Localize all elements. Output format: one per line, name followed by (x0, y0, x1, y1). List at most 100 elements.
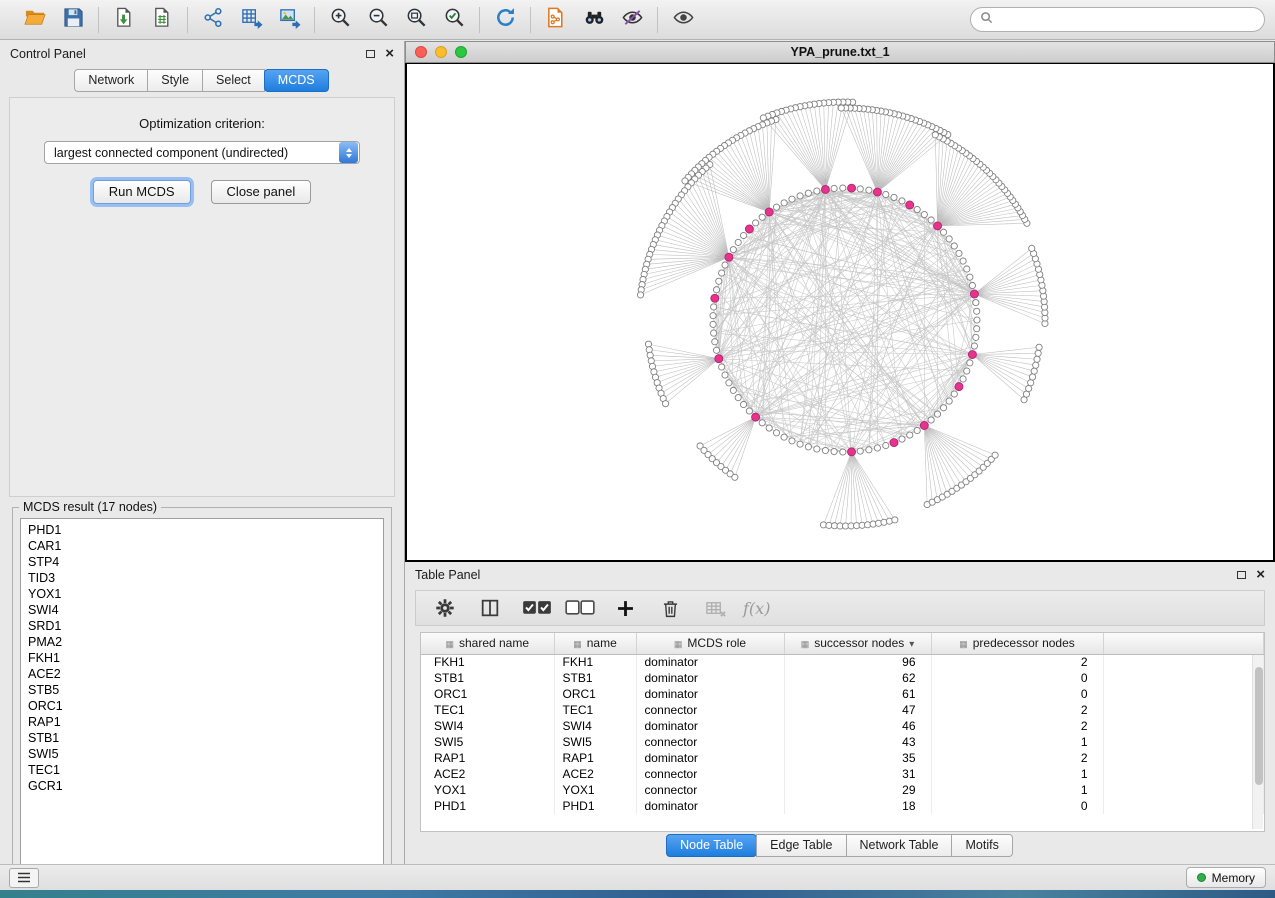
list-item[interactable]: CAR1 (21, 538, 383, 554)
trash-icon[interactable] (655, 594, 685, 622)
zoom-fit-button[interactable] (398, 5, 434, 35)
list-item[interactable]: RAP1 (21, 714, 383, 730)
column-header-label: shared name (459, 636, 529, 650)
table-row[interactable]: YOX1YOX1connector291 (421, 782, 1264, 798)
zoom-out-icon (367, 6, 390, 34)
show-panels-button[interactable] (9, 868, 39, 888)
zoom-in-button[interactable] (322, 5, 358, 35)
float-table-panel-icon[interactable] (1237, 571, 1246, 579)
network-canvas[interactable] (405, 63, 1275, 562)
memory-status-icon (1197, 873, 1206, 882)
list-item[interactable]: STB5 (21, 682, 383, 698)
tab-style[interactable]: Style (147, 69, 203, 92)
list-item[interactable]: PHD1 (21, 522, 383, 538)
tab-mcds[interactable]: MCDS (264, 69, 329, 92)
table-row[interactable]: SWI4SWI4dominator462 (421, 718, 1264, 734)
close-table-panel-icon[interactable]: × (1256, 570, 1265, 580)
column-header-label: predecessor nodes (973, 636, 1075, 650)
tab-select[interactable]: Select (202, 69, 265, 92)
list-item[interactable]: FKH1 (21, 650, 383, 666)
tab-network-table[interactable]: Network Table (846, 834, 953, 857)
export-image-button[interactable] (271, 5, 307, 35)
tab-node-table[interactable]: Node Table (666, 834, 757, 857)
list-item[interactable]: TID3 (21, 570, 383, 586)
mcds-result-list[interactable]: PHD1CAR1STP4TID3YOX1SWI4SRD1PMA2FKH1ACE2… (20, 518, 384, 870)
select-all-rows-icon[interactable] (522, 594, 552, 622)
search-input[interactable] (999, 13, 1255, 27)
criterion-select[interactable]: largest connected component (undirected) (44, 141, 360, 164)
network-window-titlebar[interactable]: YPA_prune.txt_1 (405, 41, 1275, 63)
column-header-filler (1103, 633, 1264, 654)
mcds-result-title: MCDS result (17 nodes) (19, 500, 161, 514)
table-row[interactable]: STB1STB1dominator620 (421, 670, 1264, 686)
column-header-MCDS-role[interactable]: ▦MCDS role (636, 633, 784, 654)
list-item[interactable]: TEC1 (21, 762, 383, 778)
export-table-button[interactable] (233, 5, 269, 35)
tab-motifs[interactable]: Motifs (951, 834, 1012, 857)
list-item[interactable]: YOX1 (21, 586, 383, 602)
search-field-container (970, 7, 1265, 32)
list-item[interactable]: STB1 (21, 730, 383, 746)
close-panel-button[interactable]: Close panel (211, 180, 312, 204)
table-row[interactable]: PHD1PHD1dominator180 (421, 798, 1264, 814)
table-scrollbar-thumb[interactable] (1255, 667, 1263, 785)
import-table-button[interactable] (144, 5, 180, 35)
apply-layout-icon (494, 6, 517, 34)
criterion-select-value: largest connected component (undirected) (54, 146, 288, 160)
list-item[interactable]: GCR1 (21, 778, 383, 794)
column-header-shared-name[interactable]: ▦shared name (421, 633, 554, 654)
deselect-all-rows-icon[interactable] (565, 594, 595, 622)
list-item[interactable]: STP4 (21, 554, 383, 570)
list-item[interactable]: SWI4 (21, 602, 383, 618)
list-item[interactable]: PMA2 (21, 634, 383, 650)
node-table-header-row: ▦shared name▦name▦MCDS role▦successor no… (421, 633, 1264, 654)
eye-button[interactable] (665, 5, 701, 35)
column-header-successor-nodes[interactable]: ▦successor nodes▾ (784, 633, 931, 654)
apply-layout-button[interactable] (487, 5, 523, 35)
import-network-button[interactable] (106, 5, 142, 35)
table-row[interactable]: ORC1ORC1dominator610 (421, 686, 1264, 702)
table-panel-tabs: Node TableEdge TableNetwork TableMotifs (405, 834, 1275, 857)
share-document-button[interactable] (538, 5, 574, 35)
eye-icon (672, 6, 695, 34)
table-row[interactable]: ACE2ACE2connector311 (421, 766, 1264, 782)
list-item[interactable]: ORC1 (21, 698, 383, 714)
sort-indicator-icon: ▾ (909, 639, 914, 650)
zoom-out-button[interactable] (360, 5, 396, 35)
binoculars-button[interactable] (576, 5, 612, 35)
table-row[interactable]: TEC1TEC1connector472 (421, 702, 1264, 718)
tab-network[interactable]: Network (74, 69, 148, 92)
table-row[interactable]: FKH1FKH1dominator962 (421, 654, 1264, 670)
desktop-background (0, 890, 1275, 898)
table-row[interactable]: RAP1RAP1dominator352 (421, 750, 1264, 766)
save-session-button[interactable] (55, 5, 91, 35)
open-file-button[interactable] (17, 5, 53, 35)
search-icon (980, 11, 999, 29)
import-network-icon (113, 6, 136, 34)
function-builder-icon[interactable]: f(x) (743, 599, 770, 618)
toggle-graphics-details-button[interactable] (614, 5, 650, 35)
table-scrollbar[interactable] (1252, 655, 1263, 829)
column-header-predecessor-nodes[interactable]: ▦predecessor nodes (931, 633, 1103, 654)
export-network-icon (202, 6, 225, 34)
close-panel-icon[interactable]: × (385, 49, 394, 59)
column-header-name[interactable]: ▦name (554, 633, 636, 654)
share-document-icon (545, 6, 568, 34)
export-table-icon (240, 6, 263, 34)
table-row[interactable]: SWI5SWI5connector431 (421, 734, 1264, 750)
columns-icon[interactable] (475, 594, 505, 622)
run-mcds-button[interactable]: Run MCDS (93, 180, 191, 204)
gear-icon[interactable] (430, 594, 460, 622)
export-network-button[interactable] (195, 5, 231, 35)
column-header-label: successor nodes (814, 636, 904, 650)
zoom-selected-button[interactable] (436, 5, 472, 35)
select-stepper-icon (339, 142, 358, 163)
list-item[interactable]: SWI5 (21, 746, 383, 762)
float-panel-icon[interactable] (366, 50, 375, 58)
add-column-icon[interactable] (610, 594, 640, 622)
memory-button[interactable]: Memory (1186, 867, 1266, 888)
tab-edge-table[interactable]: Edge Table (756, 834, 846, 857)
list-item[interactable]: ACE2 (21, 666, 383, 682)
delete-table-icon[interactable] (700, 594, 730, 622)
list-item[interactable]: SRD1 (21, 618, 383, 634)
